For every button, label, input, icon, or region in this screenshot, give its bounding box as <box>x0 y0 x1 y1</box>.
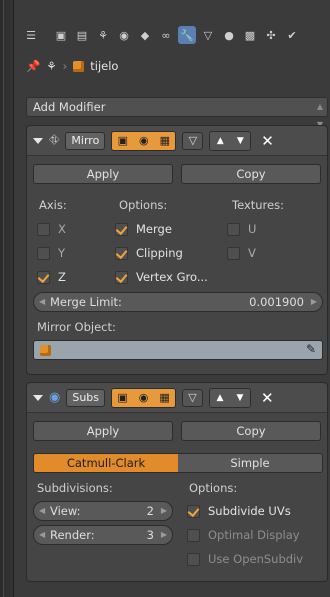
texture-icon[interactable]: ▩ <box>241 26 259 44</box>
increment-arrow-icon[interactable]: ▶ <box>161 526 167 544</box>
view-levels-field[interactable]: ◀ View: 2 ▶ <box>33 501 173 521</box>
render-toggle-icon[interactable]: ▣ <box>112 388 134 407</box>
render-label: Render: <box>50 528 95 542</box>
merge-limit-label: Merge Limit: <box>50 295 122 309</box>
clipping-checkbox[interactable]: Clipping <box>115 246 183 260</box>
subsurf-modifier: ◉ Subs ▣ ◉ ▦ ▽ ▲ ▼ ✕ Apply Copy Catmull-… <box>26 382 328 582</box>
object-name: tijelo <box>90 59 119 73</box>
subdivisions-label: Subdivisions: <box>37 481 113 495</box>
mirror-header: ⛗ Mirro ▣ ◉ ▦ ▽ ▲ ▼ ✕ <box>27 126 327 156</box>
vertex-groups-checkbox[interactable]: Vertex Gro... <box>115 270 208 284</box>
remove-modifier-icon[interactable]: ✕ <box>261 132 274 150</box>
render-layers-icon[interactable]: ▤ <box>73 26 91 44</box>
mirror-modifier: ⛗ Mirro ▣ ◉ ▦ ▽ ▲ ▼ ✕ Apply Copy Axis: O… <box>26 125 328 375</box>
merge-limit-value: 0.001900 <box>249 295 304 309</box>
on-cage-icon[interactable]: ▽ <box>182 388 204 407</box>
breadcrumb: 📌 ⚘ › tijelo <box>26 59 119 73</box>
mirror-object-field[interactable]: ✎ <box>33 340 323 360</box>
scene-icon: ⚘ <box>46 59 57 73</box>
context-tabs: ☰ ▣ ▤ ⚘ ◉ ◆ ∞ 🔧 ▽ ● ▩ ✣ ✔ <box>22 22 328 48</box>
move-arrows: ▲ ▼ <box>209 387 252 408</box>
editmode-toggle-icon[interactable]: ▦ <box>154 388 176 407</box>
tab-catmull-clark[interactable]: Catmull-Clark <box>34 454 178 472</box>
modifier-name-field[interactable]: Subs <box>66 388 106 407</box>
move-up-icon[interactable]: ▲ <box>210 131 231 150</box>
options-label: Options: <box>189 481 238 495</box>
axis-x-checkbox[interactable]: X <box>37 222 66 236</box>
increment-arrow-icon[interactable]: ▶ <box>161 502 167 520</box>
editmode-toggle-icon[interactable]: ▦ <box>154 131 176 150</box>
move-arrows: ▲ ▼ <box>209 130 252 151</box>
view-label: View: <box>50 504 81 518</box>
remove-modifier-icon[interactable]: ✕ <box>261 389 274 407</box>
world-icon[interactable]: ◉ <box>115 26 133 44</box>
mirror-modifier-icon: ⛗ <box>49 133 60 148</box>
view-value: 2 <box>146 504 154 518</box>
mirror-object-label: Mirror Object: <box>37 320 116 334</box>
decrement-arrow-icon[interactable]: ◀ <box>39 526 45 544</box>
data-icon[interactable]: ▽ <box>199 26 217 44</box>
subsurf-header: ◉ Subs ▣ ◉ ▦ ▽ ▲ ▼ ✕ <box>27 383 327 413</box>
copy-button[interactable]: Copy <box>181 421 321 441</box>
visibility-toggles: ▣ ◉ ▦ <box>111 387 177 408</box>
apply-button[interactable]: Apply <box>33 421 173 441</box>
use-opensubdiv-checkbox[interactable]: Use OpenSubdiv <box>187 552 303 566</box>
apply-button[interactable]: Apply <box>33 164 173 184</box>
tab-simple[interactable]: Simple <box>178 454 322 472</box>
render-value: 3 <box>146 528 154 542</box>
material-icon[interactable]: ● <box>220 26 238 44</box>
textures-label: Textures: <box>232 198 284 212</box>
on-cage-icon[interactable]: ▽ <box>182 131 204 150</box>
merge-limit-field[interactable]: ◀ Merge Limit: 0.001900 ▶ <box>33 292 323 312</box>
region-divider[interactable] <box>0 0 14 597</box>
collapse-arrow-icon[interactable] <box>33 394 43 401</box>
eyedropper-icon[interactable]: ✎ <box>306 342 316 356</box>
render-toggle-icon[interactable]: ▣ <box>112 131 134 150</box>
move-down-icon[interactable]: ▼ <box>230 388 251 407</box>
collapse-arrow-icon[interactable] <box>33 137 43 144</box>
object-cube-icon <box>40 345 51 356</box>
copy-button[interactable]: Copy <box>181 164 321 184</box>
properties-editor: ☰ ▣ ▤ ⚘ ◉ ◆ ∞ 🔧 ▽ ● ▩ ✣ ✔ 📌 ⚘ › tijelo A… <box>0 0 330 597</box>
particles-icon[interactable]: ✣ <box>262 26 280 44</box>
subdivide-uvs-checkbox[interactable]: Subdivide UVs <box>187 504 291 518</box>
texture-u-checkbox[interactable]: U <box>227 222 256 236</box>
add-modifier-label: Add Modifier <box>33 100 106 114</box>
subdivision-type-tabs: Catmull-Clark Simple <box>33 453 323 473</box>
add-modifier-dropdown[interactable]: Add Modifier ▲▼ <box>26 97 328 129</box>
render-icon[interactable]: ▣ <box>52 26 70 44</box>
modifier-name-field[interactable]: Mirro <box>65 131 106 150</box>
axis-label: Axis: <box>39 198 67 212</box>
axis-y-checkbox[interactable]: Y <box>37 246 65 260</box>
pin-icon[interactable]: 📌 <box>26 59 40 73</box>
merge-checkbox[interactable]: Merge <box>115 222 172 236</box>
viewport-eye-icon[interactable]: ◉ <box>133 131 155 150</box>
editor-type-icon[interactable]: ☰ <box>22 26 40 44</box>
physics-icon[interactable]: ✔ <box>283 26 301 44</box>
object-icon[interactable]: ◆ <box>136 26 154 44</box>
viewport-eye-icon[interactable]: ◉ <box>133 388 155 407</box>
decrement-arrow-icon[interactable]: ◀ <box>39 502 45 520</box>
render-levels-field[interactable]: ◀ Render: 3 ▶ <box>33 525 173 545</box>
modifier-panel: ☰ ▣ ▤ ⚘ ◉ ◆ ∞ 🔧 ▽ ● ▩ ✣ ✔ 📌 ⚘ › tijelo A… <box>16 0 330 597</box>
options-label: Options: <box>119 198 168 212</box>
increment-arrow-icon[interactable]: ▶ <box>311 293 317 311</box>
optimal-display-checkbox[interactable]: Optimal Display <box>187 528 300 542</box>
modifiers-wrench-icon[interactable]: 🔧 <box>178 26 196 44</box>
mesh-object-icon <box>73 60 85 72</box>
move-up-icon[interactable]: ▲ <box>210 388 231 407</box>
texture-v-checkbox[interactable]: V <box>227 246 256 260</box>
constraints-icon[interactable]: ∞ <box>157 26 175 44</box>
visibility-toggles: ▣ ◉ ▦ <box>111 130 177 151</box>
axis-z-checkbox[interactable]: Z <box>37 270 66 284</box>
decrement-arrow-icon[interactable]: ◀ <box>39 293 45 311</box>
move-down-icon[interactable]: ▼ <box>230 131 251 150</box>
subsurf-modifier-icon: ◉ <box>49 390 61 405</box>
scene-icon[interactable]: ⚘ <box>94 26 112 44</box>
